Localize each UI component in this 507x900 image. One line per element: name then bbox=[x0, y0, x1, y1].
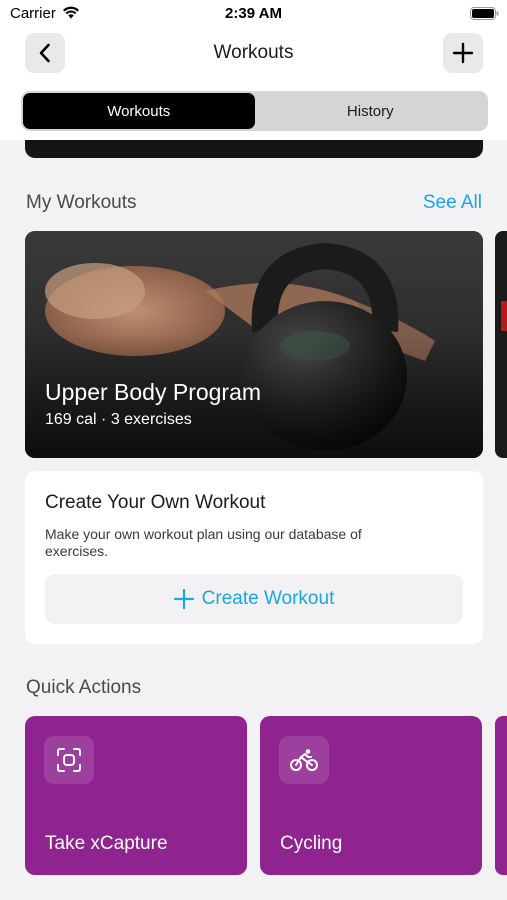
workout-card-upper-body[interactable]: Upper Body Program 169 cal · 3 exercises bbox=[25, 231, 483, 458]
workout-card-title: Upper Body Program bbox=[45, 379, 262, 405]
battery-icon bbox=[470, 7, 499, 20]
scan-icon bbox=[57, 748, 81, 772]
next-quick-action-peek[interactable] bbox=[495, 716, 507, 875]
cycling-icon bbox=[290, 749, 318, 771]
scan-icon-box bbox=[44, 736, 94, 784]
quick-action-label: Take xCapture bbox=[45, 833, 168, 854]
tab-history[interactable]: History bbox=[255, 93, 487, 129]
scroll-content[interactable]: My Workouts See All Upper Body Program 1… bbox=[0, 140, 507, 900]
create-card-title: Create Your Own Workout bbox=[45, 492, 266, 513]
page-title: Workouts bbox=[213, 42, 294, 63]
status-bar: Carrier 2:39 AM bbox=[0, 0, 507, 28]
segmented-control: Workouts History bbox=[21, 91, 488, 131]
navigation-bar: Workouts Workouts History bbox=[0, 28, 507, 140]
workout-card-meta: 169 cal · 3 exercises bbox=[45, 411, 192, 428]
quick-action-cycling[interactable]: Cycling bbox=[260, 716, 482, 875]
create-card-description: Make your own workout plan using our dat… bbox=[45, 526, 362, 559]
quick-action-take-xcapture[interactable]: Take xCapture bbox=[25, 716, 247, 875]
cycling-icon-box bbox=[279, 736, 329, 784]
create-workout-button[interactable]: Create Workout bbox=[45, 574, 463, 624]
tab-workouts[interactable]: Workouts bbox=[23, 93, 255, 129]
quick-actions-heading: Quick Actions bbox=[26, 677, 142, 698]
next-workout-card-peek[interactable] bbox=[495, 231, 507, 458]
create-workout-card: Create Your Own Workout Make your own wo… bbox=[25, 471, 483, 644]
quick-action-label: Cycling bbox=[280, 833, 343, 854]
add-button[interactable] bbox=[443, 33, 483, 73]
featured-card-peek[interactable] bbox=[25, 140, 483, 158]
create-workout-label: Create Workout bbox=[201, 588, 335, 609]
see-all-link[interactable]: See All bbox=[423, 192, 482, 214]
plus-icon bbox=[452, 42, 474, 64]
status-time: 2:39 AM bbox=[225, 5, 282, 22]
plus-icon bbox=[173, 589, 194, 609]
my-workouts-heading: My Workouts bbox=[26, 192, 137, 213]
